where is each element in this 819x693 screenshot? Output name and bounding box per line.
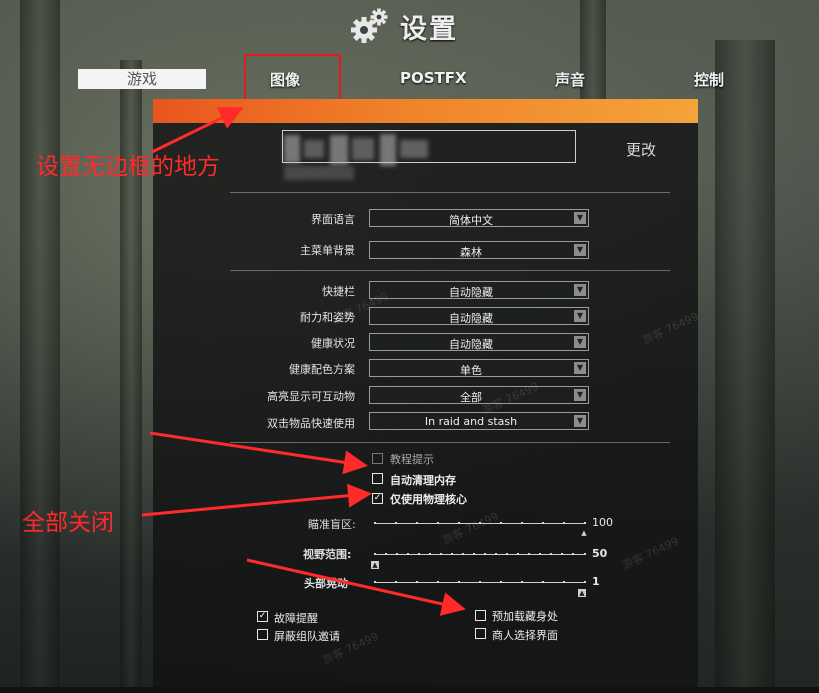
divider <box>230 192 670 193</box>
dropdown-value: 森林 <box>460 246 482 259</box>
malfunction-checkbox[interactable]: ✓ <box>257 611 268 622</box>
dropdown-value: 单色 <box>460 364 482 377</box>
chevron-down-icon: ▼ <box>574 415 586 427</box>
gears-icon <box>351 8 388 43</box>
tutorial-checkbox[interactable] <box>372 453 383 464</box>
fov-slider[interactable] <box>374 553 586 555</box>
annotation-all-off: 全部关闭 <box>22 510 114 536</box>
divider <box>230 270 670 271</box>
blurred-content <box>304 140 324 158</box>
blurred-content <box>284 166 354 180</box>
slider-handle[interactable]: ▲ <box>580 529 588 537</box>
blurred-content <box>380 134 396 166</box>
screen-mode-field[interactable] <box>282 130 576 163</box>
checkbox-label: 屏蔽组队邀请 <box>274 630 340 643</box>
dropdown-value: 自动隐藏 <box>449 286 493 299</box>
chevron-down-icon: ▼ <box>574 212 586 224</box>
dropdown-value: In raid and stash <box>424 415 518 428</box>
tab-sound[interactable]: 声音 <box>555 69 585 90</box>
preload-hideout-checkbox[interactable] <box>475 610 486 621</box>
slider-handle[interactable]: ▲ <box>371 561 379 569</box>
title-bar: 设置 <box>350 6 458 46</box>
blurred-content <box>400 140 428 158</box>
tab-postfx[interactable]: POSTFX <box>400 69 467 87</box>
checkbox-label: 仅使用物理核心 <box>390 493 467 506</box>
dropdown-value: 简体中文 <box>449 214 493 227</box>
blurred-content <box>352 138 374 160</box>
dropdown-value: 全部 <box>460 391 482 404</box>
language-dropdown[interactable]: 简体中文 ▼ <box>369 209 589 227</box>
tab-control[interactable]: 控制 <box>694 69 724 90</box>
trader-screen-checkbox[interactable] <box>475 628 486 639</box>
health-dropdown[interactable]: 自动隐藏 ▼ <box>369 333 589 351</box>
page-title: 设置 <box>400 13 458 45</box>
checkbox-label: 商人选择界面 <box>492 629 558 642</box>
blurred-content <box>330 135 348 165</box>
dropdown-label: 健康配色方案 <box>289 363 355 376</box>
chevron-down-icon: ▼ <box>574 362 586 374</box>
slider-label: 视野范围: <box>303 548 352 561</box>
dropdown-label: 耐力和姿势 <box>300 311 355 324</box>
slider-label: 瞄准盲区: <box>308 518 356 531</box>
chevron-down-icon: ▼ <box>574 389 586 401</box>
dropdown-value: 自动隐藏 <box>449 338 493 351</box>
checkbox-label: 故障提醒 <box>274 612 318 625</box>
slider-value: 1 <box>592 575 600 588</box>
background-tree <box>20 0 60 693</box>
dropdown-label: 高亮显示可互动物 <box>267 390 355 403</box>
checkbox-label: 自动清理内存 <box>390 474 456 487</box>
change-button[interactable]: 更改 <box>626 139 656 160</box>
tab-game[interactable]: 游戏 <box>78 69 206 89</box>
head-bob-slider[interactable] <box>374 581 586 583</box>
dropdown-label: 主菜单背景 <box>300 244 355 257</box>
slider-handle[interactable]: ▲ <box>578 589 586 597</box>
checkbox-label: 教程提示 <box>390 453 434 466</box>
footer-strip <box>0 687 819 693</box>
divider <box>230 442 670 443</box>
dropdown-label: 快捷栏 <box>322 285 355 298</box>
stamina-dropdown[interactable]: 自动隐藏 ▼ <box>369 307 589 325</box>
dropdown-label: 界面语言 <box>311 213 355 226</box>
quickbar-dropdown[interactable]: 自动隐藏 ▼ <box>369 281 589 299</box>
blurred-content <box>284 135 300 163</box>
background-tree <box>715 40 775 693</box>
checkbox-label: 预加载藏身处 <box>492 610 558 623</box>
menu-background-dropdown[interactable]: 森林 ▼ <box>369 241 589 259</box>
chevron-down-icon: ▼ <box>574 310 586 322</box>
check-icon: ✓ <box>373 493 382 503</box>
double-click-dropdown[interactable]: In raid and stash ▼ <box>369 412 589 430</box>
chevron-down-icon: ▼ <box>574 244 586 256</box>
slider-label: 头部晃动 <box>304 577 348 590</box>
panel-header-bar <box>153 99 698 123</box>
chevron-down-icon: ▼ <box>574 284 586 296</box>
health-color-dropdown[interactable]: 单色 ▼ <box>369 359 589 377</box>
chevron-down-icon: ▼ <box>574 336 586 348</box>
dropdown-label: 双击物品快速使用 <box>267 417 355 430</box>
slider-value: 100 <box>592 516 613 529</box>
highlight-dropdown[interactable]: 全部 ▼ <box>369 386 589 404</box>
dropdown-label: 健康状况 <box>311 337 355 350</box>
physical-cores-checkbox[interactable]: ✓ <box>372 493 383 504</box>
annotation-borderless: 设置无边框的地方 <box>36 154 220 180</box>
auto-clean-checkbox[interactable] <box>372 473 383 484</box>
block-invites-checkbox[interactable] <box>257 629 268 640</box>
slider-value: 50 <box>592 547 608 560</box>
check-icon: ✓ <box>258 611 267 621</box>
dropdown-value: 自动隐藏 <box>449 312 493 325</box>
